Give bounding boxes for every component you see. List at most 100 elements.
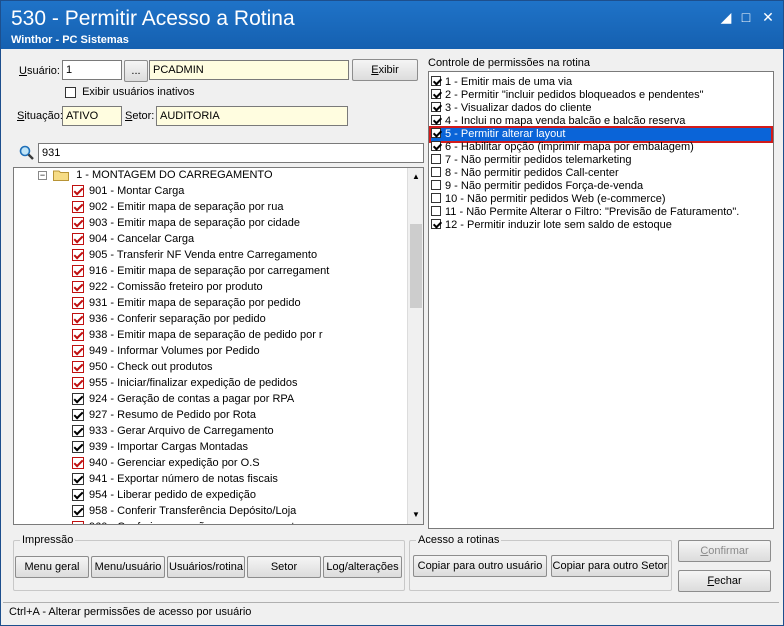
copiar-setor-button[interactable]: Copiar para outro Setor xyxy=(551,555,669,577)
tree-item[interactable]: 949 - Informar Volumes por Pedido xyxy=(72,345,260,361)
fechar-button[interactable]: Fechar xyxy=(678,570,771,592)
tree-item[interactable]: 938 - Emitir mapa de separação de pedido… xyxy=(72,329,323,345)
permission-checkbox[interactable] xyxy=(431,193,441,203)
permission-item[interactable]: 2 - Permitir "incluir pedidos bloqueados… xyxy=(431,89,704,102)
permission-item[interactable]: 4 - Inclui no mapa venda balcão e balcão… xyxy=(431,115,685,128)
permission-checkbox[interactable] xyxy=(431,154,441,164)
tree-item-checkbox[interactable] xyxy=(72,441,84,454)
tree-item-checkbox[interactable] xyxy=(72,361,84,374)
permission-label: 1 - Emitir mais de uma via xyxy=(445,76,573,88)
tree-scrollbar-thumb[interactable] xyxy=(410,224,422,308)
close-icon[interactable]: ✕ xyxy=(759,9,777,25)
tree-item[interactable]: 905 - Transferir NF Venda entre Carregam… xyxy=(72,249,317,265)
tree-item[interactable]: 958 - Conferir Transferência Depósito/Lo… xyxy=(72,505,296,521)
tree-item-checkbox[interactable] xyxy=(72,249,84,262)
menu-usuario-button[interactable]: Menu/usuário xyxy=(91,556,165,578)
tree-item[interactable]: 903 - Emitir mapa de separação por cidad… xyxy=(72,217,300,233)
tree-item[interactable]: 936 - Conferir separação por pedido xyxy=(72,313,266,329)
permission-item[interactable]: 3 - Visualizar dados do cliente xyxy=(431,102,592,115)
tree-item-checkbox[interactable] xyxy=(72,281,84,294)
search-input[interactable]: 931 xyxy=(38,143,424,163)
tree-item-checkbox[interactable] xyxy=(72,505,84,518)
inativos-checkbox-box[interactable] xyxy=(65,86,76,98)
tree-item-checkbox[interactable] xyxy=(72,393,84,406)
tree-item-checkbox[interactable] xyxy=(72,329,84,342)
tree-item-checkbox[interactable] xyxy=(72,521,84,524)
tree-item[interactable]: 931 - Emitir mapa de separação por pedid… xyxy=(72,297,301,313)
tree-item-checkbox[interactable] xyxy=(72,313,84,326)
copiar-usuario-button[interactable]: Copiar para outro usuário xyxy=(413,555,547,577)
situacao-label: Situação: xyxy=(17,110,63,122)
permission-checkbox[interactable] xyxy=(431,141,441,151)
tree-item[interactable]: 941 - Exportar número de notas fiscais xyxy=(72,473,278,489)
tree-item-checkbox[interactable] xyxy=(72,201,84,214)
tree-item[interactable]: 954 - Liberar pedido de expedição xyxy=(72,489,256,505)
tree-item-checkbox[interactable] xyxy=(72,409,84,422)
tree-item[interactable]: 916 - Emitir mapa de separação por carre… xyxy=(72,265,329,281)
tree-item[interactable]: 901 - Montar Carga xyxy=(72,185,184,201)
inativos-checkbox[interactable]: Exibir usuários inativos xyxy=(65,86,195,98)
tree-item[interactable]: 933 - Gerar Arquivo de Carregamento xyxy=(72,425,274,441)
tree-item-checkbox[interactable] xyxy=(72,345,84,358)
permission-checkbox[interactable] xyxy=(431,206,441,216)
tree-item-checkbox[interactable] xyxy=(72,377,84,390)
tree-item-checkbox[interactable] xyxy=(72,233,84,246)
log-alteracoes-button[interactable]: Log/alterações xyxy=(323,556,402,578)
tree-item[interactable]: 904 - Cancelar Carga xyxy=(72,233,194,249)
scroll-up-icon[interactable]: ▲ xyxy=(412,172,420,181)
permission-checkbox[interactable] xyxy=(431,219,441,229)
browse-user-button[interactable]: ... xyxy=(124,60,148,82)
permission-item[interactable]: 8 - Não permitir pedidos Call-center xyxy=(431,167,619,180)
permission-item[interactable]: 1 - Emitir mais de uma via xyxy=(431,76,572,89)
tree-item-label: 922 - Comissão freteiro por produto xyxy=(89,281,263,293)
collapse-icon[interactable]: − xyxy=(38,170,47,180)
tree-item-label: 902 - Emitir mapa de separação por rua xyxy=(89,201,284,213)
tree-item[interactable]: 902 - Emitir mapa de separação por rua xyxy=(72,201,283,217)
permission-checkbox[interactable] xyxy=(431,167,441,177)
permissions-list[interactable]: 1 - Emitir mais de uma via 2 - Permitir "… xyxy=(428,71,774,529)
tree-item-checkbox[interactable] xyxy=(72,265,84,278)
search-icon[interactable] xyxy=(18,145,36,161)
permission-item[interactable]: 7 - Não permitir pedidos telemarketing xyxy=(431,154,631,167)
help-icon[interactable]: ◢ xyxy=(717,9,735,25)
tree-item[interactable]: 960 - Conferir separação por carregament… xyxy=(72,521,301,524)
routine-tree[interactable]: − 1 - MONTAGEM DO CARREGAMENTO 901 - Mon… xyxy=(13,167,424,525)
tree-item-checkbox[interactable] xyxy=(72,297,84,310)
tree-item[interactable]: 922 - Comissão freteiro por produto xyxy=(72,281,263,297)
permission-item[interactable]: 9 - Não permitir pedidos Força-de-venda xyxy=(431,180,643,193)
permission-item[interactable]: 6 - Habilitar opção (imprimir mapa por e… xyxy=(431,141,694,154)
permission-checkbox[interactable] xyxy=(431,180,441,190)
tree-item[interactable]: 924 - Geração de contas a pagar por RPA xyxy=(72,393,294,409)
tree-item[interactable]: 940 - Gerenciar expedição por O.S xyxy=(72,457,260,473)
tree-item-checkbox[interactable] xyxy=(72,185,84,198)
scroll-down-icon[interactable]: ▼ xyxy=(412,510,420,519)
title-bar[interactable]: 530 - Permitir Acesso a Rotina Winthor -… xyxy=(1,1,783,49)
tree-item-checkbox[interactable] xyxy=(72,217,84,230)
confirmar-button[interactable]: Confirmar xyxy=(678,540,771,562)
tree-item-checkbox[interactable] xyxy=(72,489,84,502)
tree-item[interactable]: 927 - Resumo de Pedido por Rota xyxy=(72,409,256,425)
tree-item-checkbox[interactable] xyxy=(72,425,84,438)
tree-item-checkbox[interactable] xyxy=(72,457,84,470)
permission-checkbox[interactable] xyxy=(431,102,441,112)
permission-checkbox[interactable] xyxy=(431,89,441,99)
tree-item[interactable]: 950 - Check out produtos xyxy=(72,361,213,377)
permission-checkbox[interactable] xyxy=(431,115,441,125)
tree-scrollbar[interactable]: ▲ ▼ xyxy=(407,168,423,524)
permission-checkbox[interactable] xyxy=(431,76,441,86)
permission-item-selected[interactable]: 5 - Permitir alterar layout xyxy=(429,126,773,143)
tree-root[interactable]: − 1 - MONTAGEM DO CARREGAMENTO xyxy=(38,169,273,185)
permission-item[interactable]: 11 - Não Permite Alterar o Filtro: "Prev… xyxy=(431,206,739,219)
tree-item-checkbox[interactable] xyxy=(72,473,84,486)
exibir-button[interactable]: Exibir xyxy=(352,59,418,81)
usuario-input[interactable]: 1 xyxy=(62,60,122,80)
maximize-icon[interactable]: □ xyxy=(737,9,755,25)
menu-geral-button[interactable]: Menu geral xyxy=(15,556,89,578)
tree-item[interactable]: 955 - Iniciar/finalizar expedição de ped… xyxy=(72,377,298,393)
usuarios-rotina-button[interactable]: Usuários/rotina xyxy=(167,556,245,578)
permission-item[interactable]: 12 - Permitir induzir lote sem saldo de … xyxy=(431,219,672,232)
tree-item[interactable]: 939 - Importar Cargas Montadas xyxy=(72,441,248,457)
permission-item[interactable]: 10 - Não permitir pedidos Web (e-commerc… xyxy=(431,193,665,206)
setor-button[interactable]: Setor xyxy=(247,556,321,578)
permission-checkbox[interactable] xyxy=(431,128,441,138)
